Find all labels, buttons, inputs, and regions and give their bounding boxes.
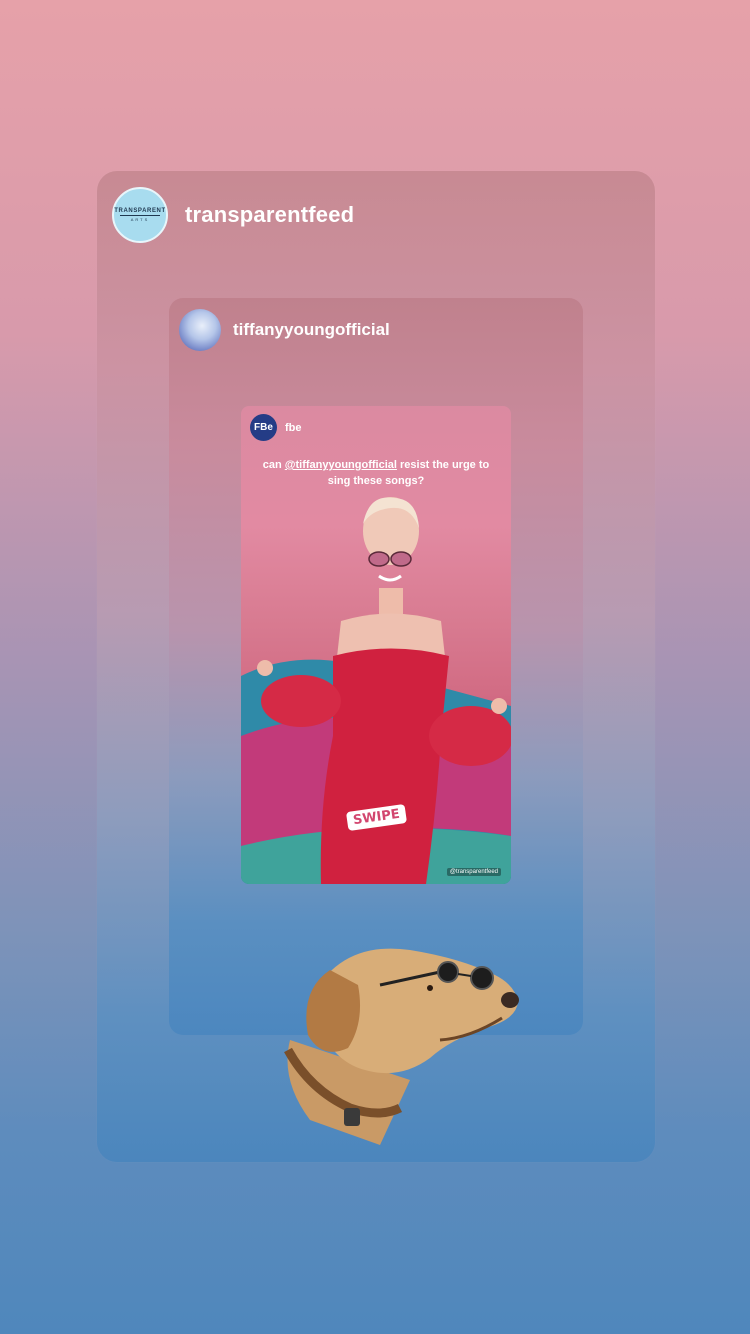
outer-story-header[interactable]: TRANSPARENT ARTS transparentfeed [112,187,354,243]
right-sleeve [429,706,511,766]
sunglasses-lens-near [437,961,459,983]
smile-shape [378,574,402,582]
left-sleeve [261,675,341,727]
story-account-name[interactable]: fbe [285,422,302,434]
dog-ear [306,970,361,1052]
sunglasses-dog-icon[interactable] [270,930,530,1150]
nested-story[interactable]: FBe fbe can @tiffanyyoungofficial resist… [241,406,511,884]
sunglasses-right-lens [390,551,412,567]
outer-username[interactable]: transparentfeed [185,202,354,228]
dress-shape [320,648,449,884]
story-account-header[interactable]: FBe fbe [250,414,302,441]
collar-tag [344,1108,360,1126]
left-hand [257,660,273,676]
sunglasses-lens-far [470,966,494,990]
caption-mention-link[interactable]: @tiffanyyoungofficial [285,459,397,471]
story-watermark: @transparentfeed [446,868,501,876]
right-hand [491,698,507,714]
avatar-logo-top: TRANSPARENT [114,208,166,214]
outer-avatar[interactable]: TRANSPARENT ARTS [112,187,168,243]
avatar-logo-divider [120,215,160,216]
dog-nose [501,992,519,1008]
caption-prefix: can [262,459,285,471]
shared-story-card[interactable]: tiffanyyoungofficial FBe fbe can @tiffan… [169,298,583,1035]
shared-story-header[interactable]: tiffanyyoungofficial [179,308,390,352]
fbe-logo-icon[interactable]: FBe [250,414,277,441]
dog-eye [427,985,433,991]
story-caption: can @tiffanyyoungofficial resist the urg… [261,457,491,489]
sunglasses-left-lens [368,551,390,567]
shared-avatar[interactable] [179,309,221,351]
shared-username[interactable]: tiffanyyoungofficial [233,320,390,340]
avatar-logo-bottom: ARTS [130,217,150,222]
